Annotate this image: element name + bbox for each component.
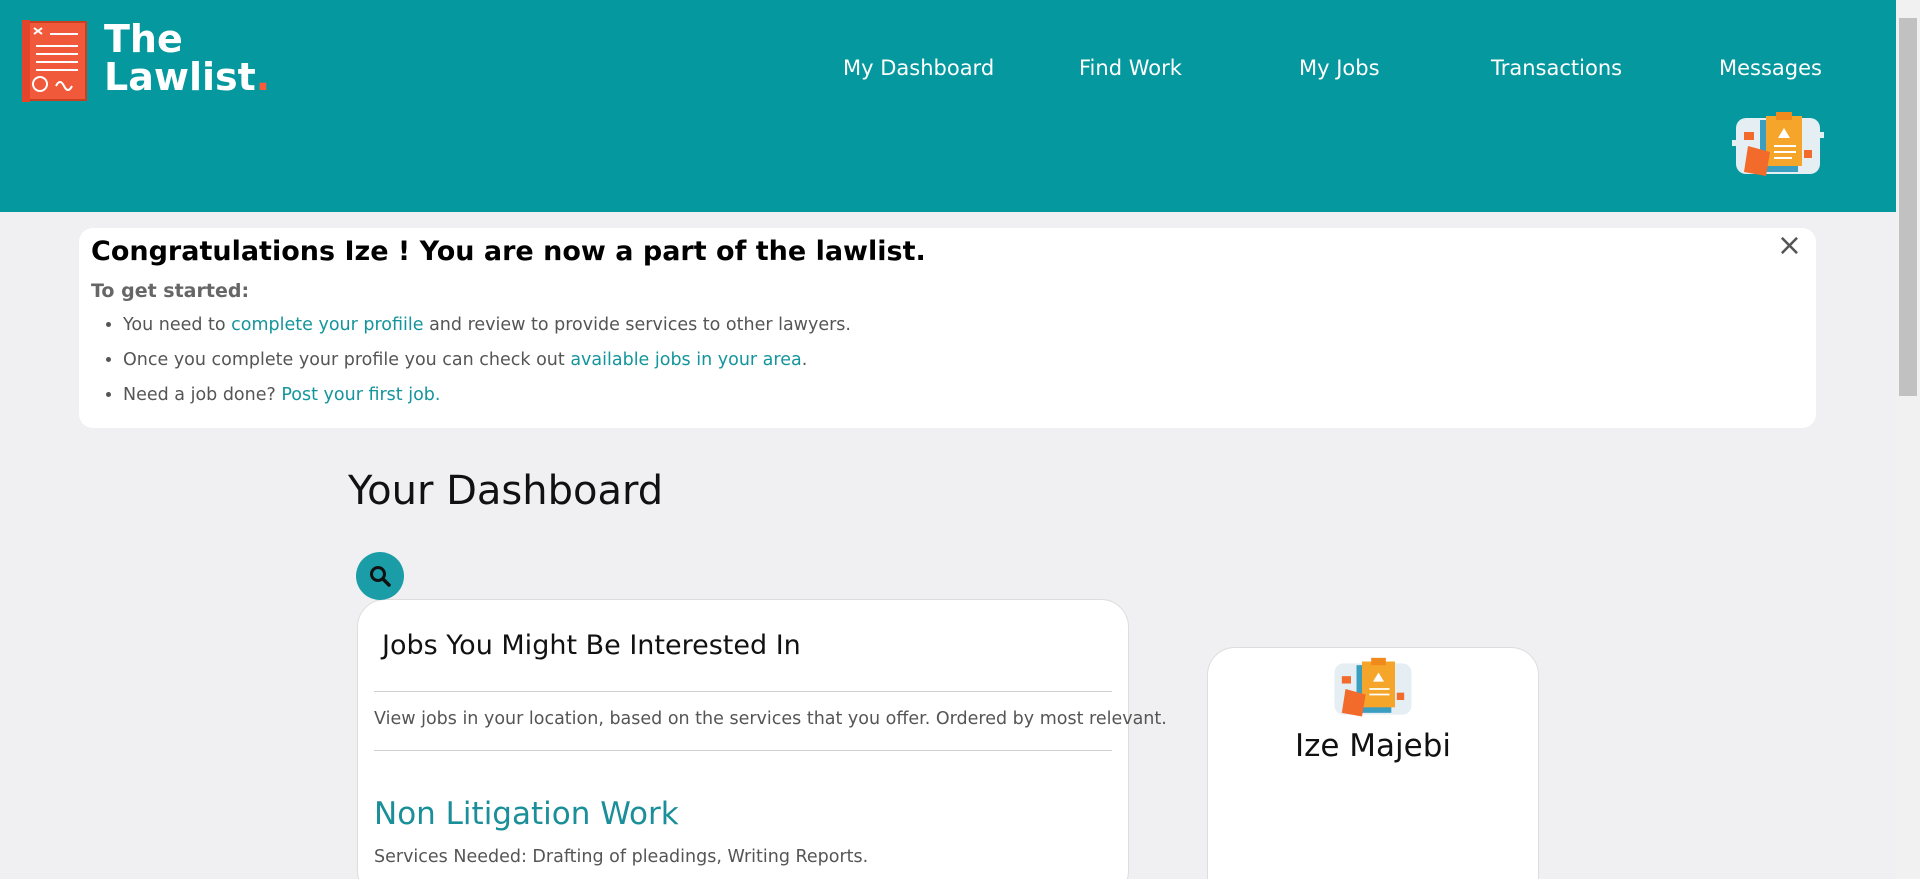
welcome-title: Congratulations Ize ! You are now a part… [91, 236, 926, 267]
complete-profile-link[interactable]: complete your profiile [231, 315, 423, 335]
item-text: . [801, 350, 808, 370]
available-jobs-link[interactable]: available jobs in your area [570, 350, 801, 370]
close-icon[interactable]: × [1777, 228, 1802, 263]
profile-name: Ize Majebi [1294, 728, 1452, 764]
post-first-job-link[interactable]: Post your first job. [281, 385, 440, 405]
item-text: and review to provide services to other … [423, 315, 851, 335]
main-nav: My Dashboard Find Work My Jobs Transacti… [0, 56, 1896, 86]
profile-card: Ize Majebi [1207, 647, 1539, 879]
nav-my-jobs[interactable]: My Jobs [1299, 56, 1380, 80]
profile-avatar [1334, 657, 1412, 717]
welcome-subtitle: To get started: [91, 280, 250, 302]
nav-transactions[interactable]: Transactions [1491, 56, 1622, 80]
page-scrollbar[interactable] [1896, 0, 1920, 879]
item-text: Once you complete your profile you can c… [123, 350, 571, 370]
user-avatar[interactable] [1730, 112, 1826, 180]
divider [374, 750, 1112, 751]
item-text: Need a job done? [123, 385, 282, 405]
search-icon [370, 566, 391, 587]
item-text: You need to [123, 315, 232, 335]
divider [374, 691, 1112, 692]
nav-find-work[interactable]: Find Work [1079, 56, 1182, 80]
welcome-banner: Congratulations Ize ! You are now a part… [79, 228, 1816, 428]
job-services: Services Needed: Drafting of pleadings, … [374, 847, 869, 867]
list-item: You need to complete your profiile and r… [123, 312, 851, 347]
list-item: Once you complete your profile you can c… [123, 347, 851, 382]
job-title-link[interactable]: Non Litigation Work [374, 796, 679, 832]
nav-my-dashboard[interactable]: My Dashboard [843, 56, 994, 80]
list-item: Need a job done? Post your first job. [123, 382, 851, 417]
jobs-card-title: Jobs You Might Be Interested In [382, 630, 801, 661]
header: The Lawlist. My Dashboard Find Work My J… [0, 0, 1896, 212]
search-button[interactable] [356, 552, 404, 600]
nav-messages[interactable]: Messages [1719, 56, 1822, 80]
scrollbar-thumb[interactable] [1899, 18, 1917, 396]
jobs-card: Jobs You Might Be Interested In View job… [357, 599, 1167, 879]
jobs-card-description: View jobs in your location, based on the… [374, 709, 1167, 729]
logo-line1: The [104, 17, 183, 61]
page-title: Your Dashboard [348, 468, 664, 514]
getting-started-list: You need to complete your profiile and r… [123, 312, 851, 417]
